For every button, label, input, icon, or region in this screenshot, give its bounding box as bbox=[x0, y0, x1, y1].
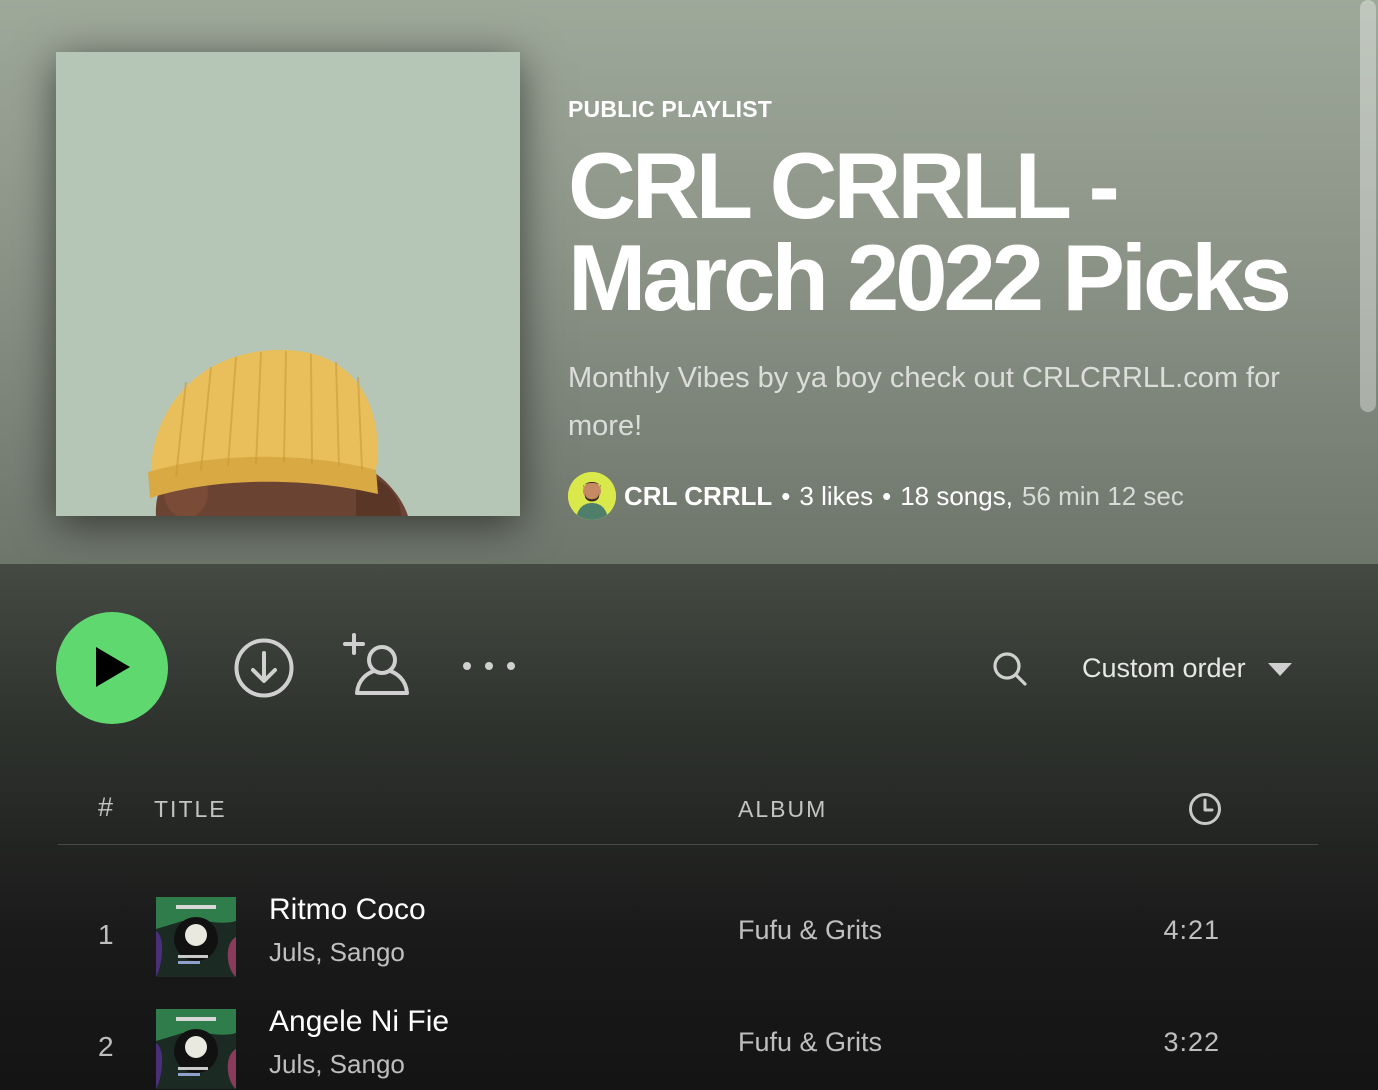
column-number-header: # bbox=[98, 792, 114, 822]
table-header: # TITLE ALBUM bbox=[58, 774, 1318, 845]
playlist-description: Monthly Vibes by ya boy check out CRLCRR… bbox=[568, 362, 1280, 442]
playlist-type-label: PUBLIC PLAYLIST bbox=[568, 96, 773, 122]
play-button[interactable] bbox=[56, 612, 168, 724]
total-duration: 56 min 12 sec bbox=[1021, 481, 1184, 511]
add-user-icon bbox=[342, 632, 410, 700]
search-icon bbox=[990, 649, 1030, 692]
owner-avatar[interactable] bbox=[568, 472, 616, 520]
track-title[interactable]: Angele Ni Fie bbox=[269, 1005, 449, 1039]
caret-down-icon bbox=[1267, 653, 1292, 684]
meta-separator: • bbox=[781, 481, 791, 511]
download-button[interactable] bbox=[233, 638, 295, 700]
track-duration: 4:21 bbox=[1163, 915, 1220, 945]
table-row[interactable]: 1 Ritmo Coco Juls, Sango Fufu & Grits 4:… bbox=[58, 887, 1318, 999]
more-options-button[interactable] bbox=[460, 654, 518, 680]
clock-icon bbox=[1188, 792, 1222, 832]
track-table: # TITLE ALBUM 1 Ritmo Coco Juls, Sango F… bbox=[58, 774, 1318, 1090]
playlist-title: CRL CRRLL - March 2022 Picks bbox=[568, 133, 1292, 330]
playlist-content: Custom order # TITLE ALBUM 1 Ritmo Coco … bbox=[0, 564, 1378, 1090]
column-title-header[interactable]: TITLE bbox=[154, 796, 227, 823]
song-count: 18 songs bbox=[900, 481, 1006, 511]
table-row[interactable]: 2 Angele Ni Fie Juls, Sango Fufu & Grits… bbox=[58, 999, 1318, 1090]
track-title[interactable]: Ritmo Coco bbox=[269, 893, 426, 927]
album-art-image bbox=[156, 1009, 236, 1089]
playlist-page: PUBLIC PLAYLIST CRL CRRLL - March 2022 P… bbox=[0, 0, 1378, 1090]
playlist-cover-image bbox=[56, 52, 520, 516]
track-album[interactable]: Fufu & Grits bbox=[738, 1027, 882, 1058]
play-icon bbox=[92, 645, 132, 692]
track-album[interactable]: Fufu & Grits bbox=[738, 915, 882, 946]
track-duration: 3:22 bbox=[1163, 1027, 1220, 1057]
scrollbar[interactable] bbox=[1356, 0, 1378, 1090]
add-user-button[interactable] bbox=[342, 632, 410, 700]
action-bar: Custom order bbox=[0, 564, 1378, 774]
track-artists[interactable]: Juls, Sango bbox=[269, 1049, 405, 1080]
more-icon bbox=[460, 660, 518, 675]
owner-name-link[interactable]: CRL CRRLL bbox=[624, 472, 772, 520]
track-artists[interactable]: Juls, Sango bbox=[269, 937, 405, 968]
playlist-header: PUBLIC PLAYLIST CRL CRRLL - March 2022 P… bbox=[0, 0, 1378, 564]
search-in-playlist-button[interactable] bbox=[990, 650, 1030, 690]
album-art-image bbox=[156, 897, 236, 977]
track-number: 2 bbox=[98, 1031, 114, 1062]
playlist-meta: CRL CRRLL • 3 likes • 18 songs, 56 min 1… bbox=[568, 472, 1338, 520]
scrollbar-thumb[interactable] bbox=[1360, 0, 1376, 412]
meta-separator: • bbox=[882, 481, 892, 511]
download-icon bbox=[233, 637, 295, 702]
sort-order-dropdown[interactable]: Custom order bbox=[1082, 646, 1292, 690]
column-album-header[interactable]: ALBUM bbox=[738, 796, 827, 823]
sort-order-label: Custom order bbox=[1082, 652, 1246, 683]
meta-comma: , bbox=[1005, 481, 1013, 511]
playlist-info: PUBLIC PLAYLIST CRL CRRLL - March 2022 P… bbox=[568, 92, 1338, 520]
track-number: 1 bbox=[98, 919, 114, 950]
likes-count: 3 likes bbox=[799, 481, 874, 511]
track-list: 1 Ritmo Coco Juls, Sango Fufu & Grits 4:… bbox=[58, 887, 1318, 1090]
